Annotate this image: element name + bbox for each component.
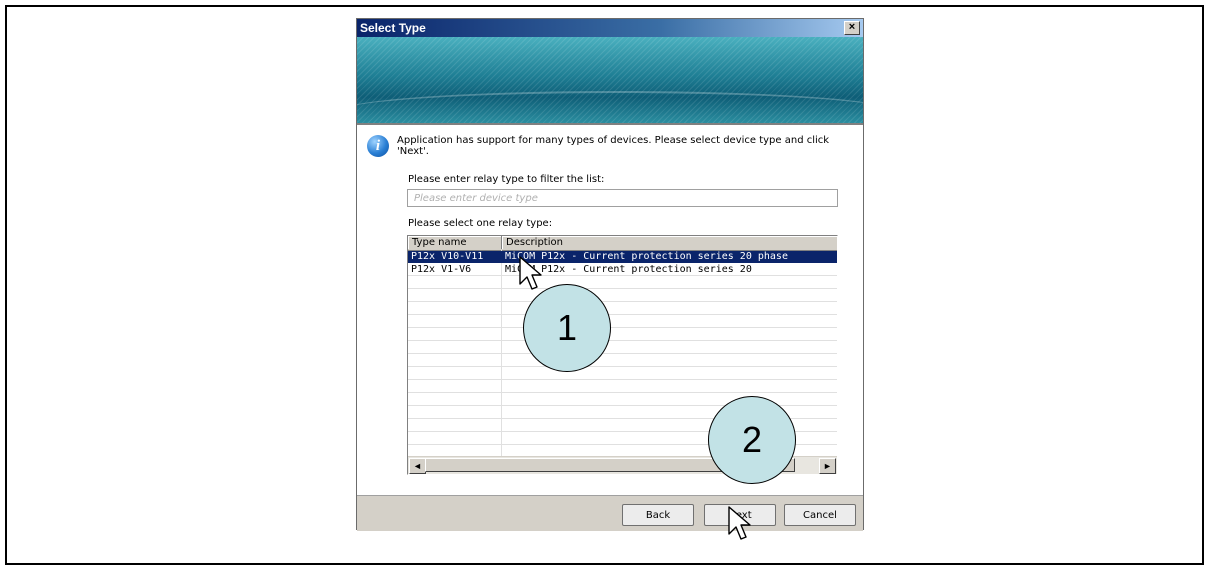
scroll-left-icon[interactable]: ◄ bbox=[409, 458, 426, 474]
list-header: Type name Description bbox=[408, 236, 837, 251]
back-button[interactable]: Back bbox=[622, 504, 694, 526]
row-type-name: P12x V1-V6 bbox=[411, 264, 472, 275]
list-label: Please select one relay type: bbox=[408, 218, 553, 229]
callout-step-1: 1 bbox=[523, 284, 611, 372]
arrow-cursor-icon bbox=[519, 256, 542, 290]
info-message: Application has support for many types o… bbox=[397, 135, 830, 157]
dialog-footer: Back Next Cancel bbox=[357, 495, 863, 531]
banner-wave-decoration bbox=[357, 91, 863, 123]
arrow-cursor-icon bbox=[728, 506, 751, 540]
scroll-right-icon[interactable]: ► bbox=[819, 458, 836, 474]
list-row-p12x-v1-v6[interactable]: P12x V1-V6 MiCOM P12x - Current protecti… bbox=[408, 264, 837, 276]
header-banner bbox=[357, 37, 863, 123]
row-type-name: P12x V10-V11 bbox=[411, 251, 484, 262]
dialog-title: Select Type bbox=[360, 21, 426, 35]
list-row-p12x-v10-v11[interactable]: P12x V10-V11 MiCOM P12x - Current protec… bbox=[408, 251, 837, 263]
dialog-titlebar: Select Type × bbox=[357, 19, 863, 37]
banner-divider bbox=[357, 123, 863, 125]
column-header-description[interactable]: Description bbox=[502, 236, 837, 249]
column-header-type-name[interactable]: Type name bbox=[408, 236, 502, 249]
callout-step-2: 2 bbox=[708, 396, 796, 484]
info-icon: i bbox=[367, 135, 389, 157]
close-icon[interactable]: × bbox=[844, 21, 860, 35]
relay-type-filter-input[interactable] bbox=[407, 189, 838, 207]
filter-label: Please enter relay type to filter the li… bbox=[408, 174, 605, 185]
cancel-button[interactable]: Cancel bbox=[784, 504, 856, 526]
column-separator bbox=[501, 250, 502, 456]
